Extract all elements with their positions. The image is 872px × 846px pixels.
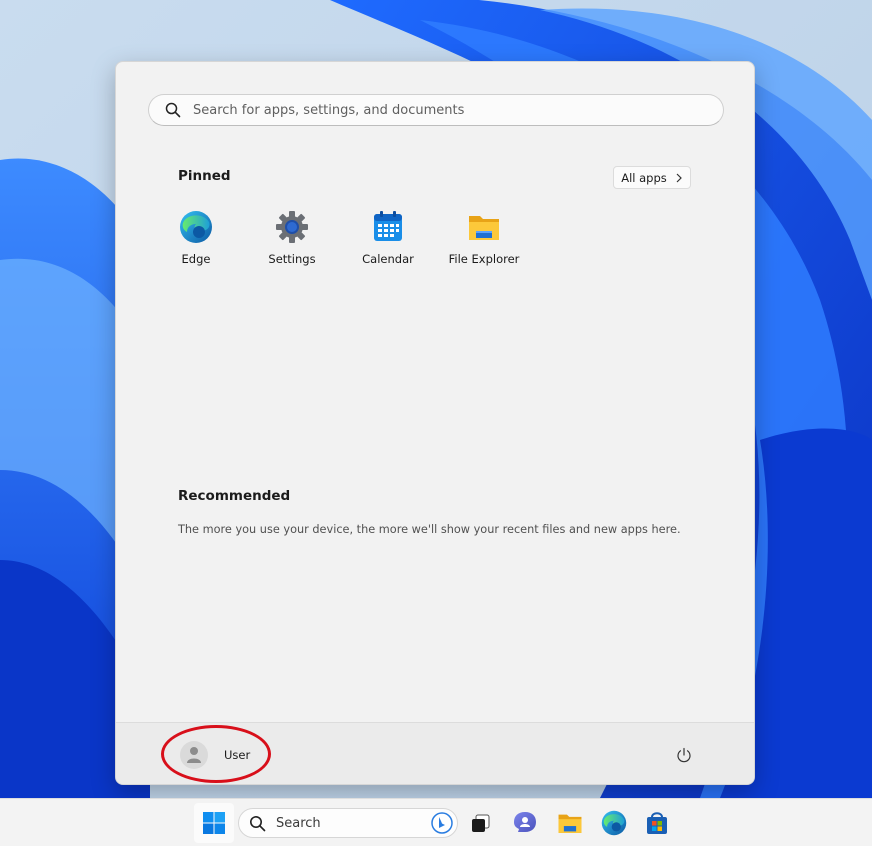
power-button[interactable] [670,741,698,769]
pinned-app-label: Settings [268,252,316,266]
all-apps-label: All apps [621,170,667,185]
red-annotation-circle [161,725,271,783]
pinned-app-calendar[interactable]: Calendar [340,210,436,280]
recommended-heading: Recommended [178,488,291,504]
search-placeholder: Search for apps, settings, and documents [193,102,465,118]
pinned-app-file-explorer[interactable]: File Explorer [436,210,532,280]
search-icon [165,102,181,118]
edge-icon [180,211,212,243]
store-icon [647,812,667,834]
taskbar-store-button[interactable] [637,803,677,843]
start-button[interactable] [194,803,234,843]
taskbar-file-explorer-button[interactable] [550,803,590,843]
file-explorer-icon [558,814,582,833]
start-search-input[interactable]: Search for apps, settings, and documents [148,94,724,126]
bing-icon[interactable] [431,812,453,834]
chat-icon [514,812,536,832]
pinned-heading: Pinned [178,168,231,184]
settings-gear-icon [276,211,308,243]
taskbar-search-label: Search [276,815,321,831]
calendar-icon [374,211,402,241]
search-icon [250,815,266,831]
pinned-app-settings[interactable]: Settings [244,210,340,280]
task-view-button[interactable] [461,803,501,843]
pinned-app-edge[interactable]: Edge [148,210,244,280]
pinned-app-label: File Explorer [448,252,520,266]
chat-button[interactable] [505,803,545,843]
recommended-empty-message: The more you use your device, the more w… [178,523,681,536]
folder-icon [469,216,499,240]
start-menu: Search for apps, settings, and documents… [115,61,755,785]
power-icon [677,747,691,763]
pinned-app-label: Calendar [362,252,414,266]
task-view-icon [472,814,490,832]
start-menu-footer: User [116,722,754,784]
all-apps-button[interactable]: All apps [613,166,691,189]
edge-icon [601,810,627,836]
chevron-right-icon [676,173,682,182]
windows-start-icon [203,812,225,834]
taskbar-search-box[interactable]: Search [238,808,458,838]
taskbar-edge-button[interactable] [594,803,634,843]
taskbar: Search [0,798,872,846]
pinned-app-label: Edge [181,252,211,266]
